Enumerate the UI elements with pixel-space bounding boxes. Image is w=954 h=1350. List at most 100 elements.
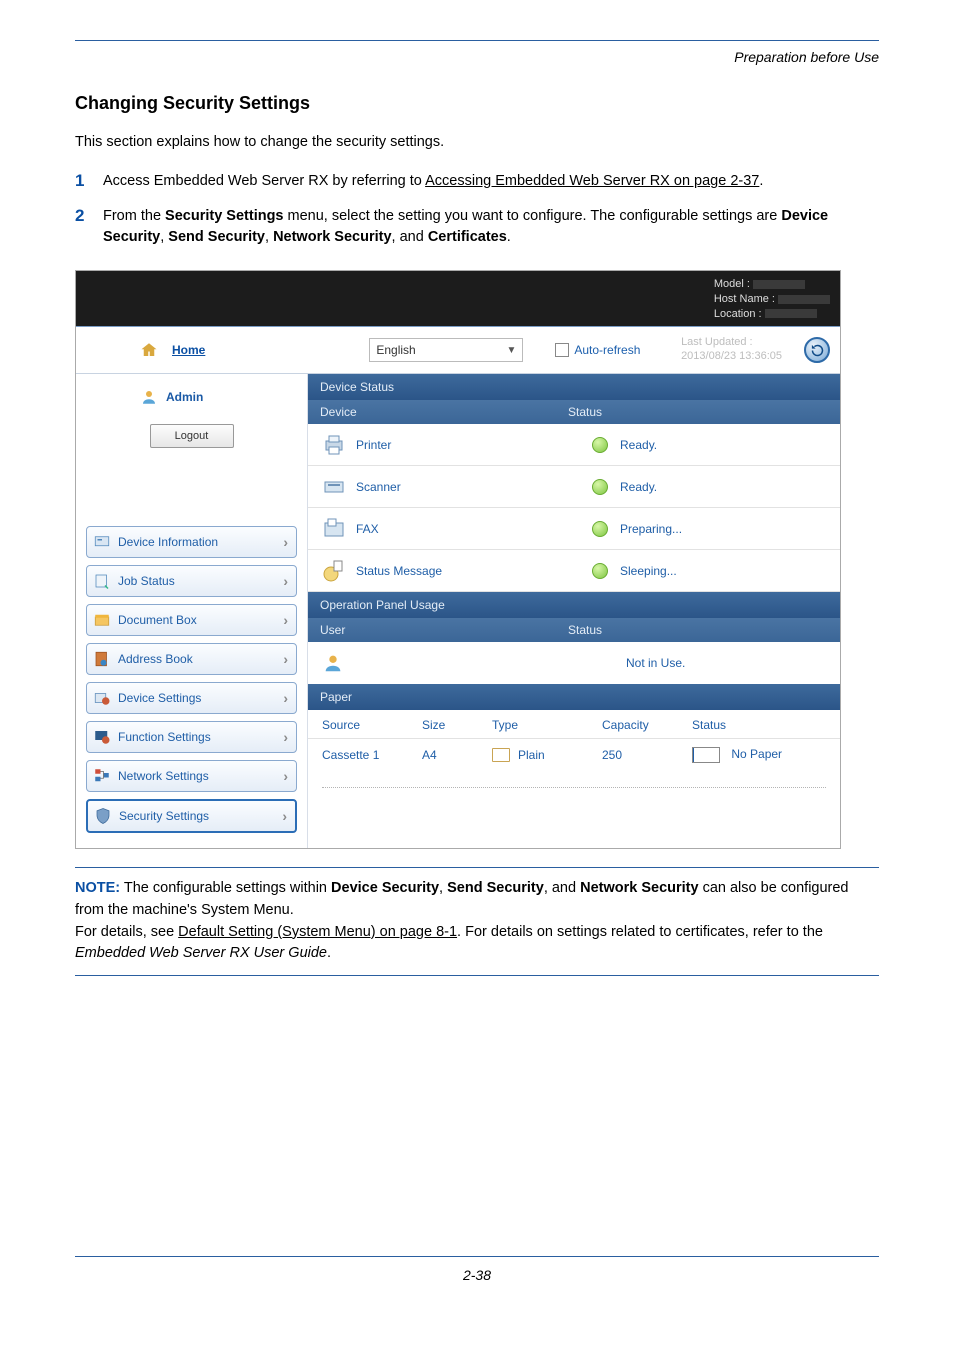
chevron-right-icon: › — [283, 651, 288, 667]
location-value-redacted — [765, 309, 817, 318]
step2-bold: Network Security — [273, 229, 391, 245]
device-info-icon — [93, 533, 111, 551]
fax-icon — [322, 517, 346, 541]
hostname-label: Host Name : — [714, 293, 775, 305]
network-settings-icon — [93, 767, 111, 785]
col-status: Status — [568, 623, 828, 637]
device-row: FAX Preparing... — [308, 508, 840, 550]
function-settings-icon — [93, 728, 111, 746]
note-line2: For details, see Default Setting (System… — [75, 922, 879, 966]
device-settings-icon — [93, 689, 111, 707]
note2-t: For details, see — [75, 924, 178, 940]
sidebar-item-label: Document Box — [118, 613, 197, 627]
step2-chunk: From the — [103, 208, 165, 224]
note2-t: . For details on settings related to cer… — [457, 924, 823, 940]
paper-header: Source Size Type Capacity Status — [308, 710, 840, 739]
col-status: Status — [692, 718, 840, 732]
device-status: Preparing... — [620, 522, 840, 536]
sidebar-item-security-settings[interactable]: Security Settings › — [86, 799, 297, 833]
device-name: Status Message — [356, 564, 580, 578]
step1-link[interactable]: Accessing Embedded Web Server RX on page… — [425, 173, 759, 189]
col-capacity: Capacity — [602, 718, 692, 732]
last-updated-label: Last Updated : — [681, 336, 782, 350]
panel-usage-row: Not in Use. — [308, 642, 840, 684]
home-link[interactable]: Home — [172, 343, 205, 357]
col-source: Source — [322, 718, 422, 732]
status-dot-icon — [592, 437, 608, 453]
panel-usage-header: User Status — [308, 618, 840, 642]
sidebar-item-label: Function Settings — [118, 730, 211, 744]
checkbox-icon — [555, 343, 569, 357]
note2-t: . — [327, 945, 331, 961]
chevron-right-icon: › — [283, 690, 288, 706]
page-number: 2-38 — [75, 1267, 879, 1283]
section-band-device-status: Device Status — [308, 374, 840, 400]
chevron-right-icon: › — [283, 612, 288, 628]
section-band-panel-usage: Operation Panel Usage — [308, 592, 840, 618]
step2-chunk: . — [507, 229, 511, 245]
status-dot-icon — [592, 521, 608, 537]
paper-source: Cassette 1 — [322, 748, 422, 762]
device-status: Sleeping... — [620, 564, 840, 578]
admin-label: Admin — [166, 390, 203, 404]
sidebar-item-device-information[interactable]: Device Information › — [86, 526, 297, 558]
address-book-icon — [93, 650, 111, 668]
sidebar-item-label: Security Settings — [119, 809, 209, 823]
device-name: FAX — [356, 522, 580, 536]
sidebar-item-label: Device Settings — [118, 691, 201, 705]
sidebar-item-document-box[interactable]: Document Box › — [86, 604, 297, 636]
note-t: , — [439, 880, 447, 896]
device-status-header: Device Status — [308, 400, 840, 424]
chevron-right-icon: › — [283, 573, 288, 589]
job-status-icon — [93, 572, 111, 590]
chevron-right-icon: › — [282, 808, 287, 824]
note-label: NOTE: — [75, 880, 120, 896]
page-title: Changing Security Settings — [75, 93, 879, 114]
col-type: Type — [492, 718, 602, 732]
paper-size: A4 — [422, 748, 492, 762]
sidebar-item-device-settings[interactable]: Device Settings › — [86, 682, 297, 714]
note-b: Device Security — [331, 880, 439, 896]
step-body: From the Security Settings menu, select … — [103, 206, 879, 248]
col-device: Device — [320, 405, 568, 419]
step1-pre: Access Embedded Web Server RX by referri… — [103, 173, 425, 189]
step-number: 2 — [75, 206, 103, 248]
logout-button[interactable]: Logout — [150, 424, 234, 448]
col-user: User — [320, 623, 568, 637]
sidebar-item-job-status[interactable]: Job Status › — [86, 565, 297, 597]
auto-refresh-label: Auto-refresh — [574, 343, 640, 357]
home-icon — [140, 341, 158, 359]
step2-chunk: , and — [392, 229, 428, 245]
printer-icon — [322, 433, 346, 457]
sidebar-item-label: Address Book — [118, 652, 193, 666]
gauge-icon — [692, 747, 720, 763]
embedded-screenshot: Model : Host Name : Location : Home Engl… — [75, 270, 841, 849]
status-dot-icon — [592, 479, 608, 495]
col-size: Size — [422, 718, 492, 732]
refresh-button[interactable] — [804, 337, 830, 363]
language-select[interactable]: English ▼ — [369, 338, 523, 362]
chevron-right-icon: › — [283, 768, 288, 784]
sidebar-item-label: Job Status — [118, 574, 175, 588]
intro-text: This section explains how to change the … — [75, 132, 879, 153]
step-body: Access Embedded Web Server RX by referri… — [103, 171, 879, 192]
sidebar-item-network-settings[interactable]: Network Settings › — [86, 760, 297, 792]
note2-italic: Embedded Web Server RX User Guide — [75, 945, 327, 961]
note2-link[interactable]: Default Setting (System Menu) on page 8-… — [178, 924, 457, 940]
sidebar-item-label: Device Information — [118, 535, 218, 549]
paper-capacity: 250 — [602, 748, 692, 762]
note-b: Network Security — [580, 880, 698, 896]
device-row: Printer Ready. — [308, 424, 840, 466]
col-status: Status — [568, 405, 828, 419]
chevron-down-icon: ▼ — [506, 345, 516, 356]
paper-status: No Paper — [731, 747, 782, 761]
model-value-redacted — [753, 280, 805, 289]
sidebar-item-address-book[interactable]: Address Book › — [86, 643, 297, 675]
sidebar-item-function-settings[interactable]: Function Settings › — [86, 721, 297, 753]
step2-bold: Send Security — [168, 229, 265, 245]
last-updated-value: 2013/08/23 13:36:05 — [681, 350, 782, 364]
note-b: Send Security — [447, 880, 544, 896]
auto-refresh-toggle[interactable]: Auto-refresh — [555, 343, 640, 357]
note-t: , and — [544, 880, 580, 896]
note-paragraph: NOTE: The configurable settings within D… — [75, 878, 879, 922]
